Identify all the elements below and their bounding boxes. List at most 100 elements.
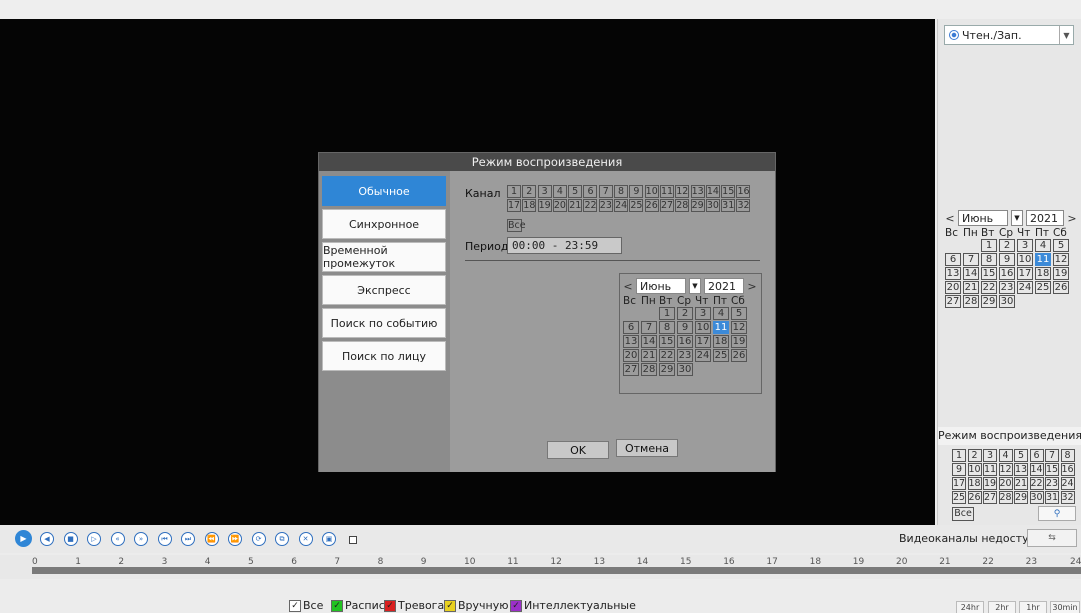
- day-cell[interactable]: 26: [731, 349, 747, 362]
- period-input[interactable]: 00:00 - 23:59: [507, 237, 622, 254]
- month-select[interactable]: Июнь: [636, 278, 686, 294]
- channel-checkbox[interactable]: 11: [659, 185, 674, 198]
- channel-checkbox[interactable]: 24: [1060, 477, 1075, 490]
- channel-checkbox[interactable]: 3: [983, 449, 997, 462]
- channel-checkbox[interactable]: 18: [522, 199, 537, 212]
- channel-checkbox[interactable]: 31: [1045, 491, 1059, 504]
- channel-checkbox[interactable]: 32: [736, 199, 751, 212]
- day-cell[interactable]: 16: [999, 267, 1015, 280]
- channel-checkbox[interactable]: 7: [598, 185, 613, 198]
- channel-checkbox[interactable]: 26: [967, 491, 982, 504]
- legend-item[interactable]: ✓ Вручную: [444, 599, 509, 612]
- day-cell[interactable]: 23: [999, 281, 1015, 294]
- year-input[interactable]: 2021: [704, 278, 744, 294]
- channel-checkbox[interactable]: 6: [583, 185, 598, 198]
- channel-checkbox[interactable]: 32: [1060, 491, 1075, 504]
- timeline[interactable]: 0 1 2 3 4 5 6 7 8 9 10 11 12 13 14 15 16 17 18 19 20 21 22 23 24: [0, 555, 1081, 579]
- channel-checkbox[interactable]: 1: [507, 185, 521, 198]
- channel-checkbox[interactable]: 18: [967, 477, 982, 490]
- backup-button[interactable]: ▣: [322, 532, 336, 546]
- legend-checkbox[interactable]: ✓: [444, 599, 456, 612]
- day-cell[interactable]: 24: [1017, 281, 1033, 294]
- menu-item-4[interactable]: Поиск по событию: [322, 308, 446, 338]
- channel-checkbox[interactable]: 23: [598, 199, 613, 212]
- year-input[interactable]: 2021: [1026, 210, 1064, 226]
- day-cell[interactable]: 20: [945, 281, 961, 294]
- channel-checkbox[interactable]: 25: [952, 491, 966, 504]
- next-month-button[interactable]: >: [747, 280, 757, 293]
- day-cell[interactable]: 1: [981, 239, 997, 252]
- channel-checkbox[interactable]: 20: [998, 477, 1013, 490]
- channel-checkbox[interactable]: 31: [721, 199, 736, 212]
- day-cell[interactable]: 7: [963, 253, 979, 266]
- legend-item[interactable]: ✓ Все: [289, 599, 323, 612]
- channel-checkbox[interactable]: 3: [537, 185, 552, 198]
- channel-checkbox[interactable]: 25: [629, 199, 644, 212]
- zoom-button[interactable]: 2hr: [988, 601, 1016, 613]
- all-channels-button[interactable]: Все: [952, 507, 974, 521]
- month-select[interactable]: Июнь: [958, 210, 1008, 226]
- chevron-down-icon[interactable]: ▼: [1011, 210, 1023, 226]
- next-month-button[interactable]: >: [1067, 212, 1077, 225]
- day-cell[interactable]: 6: [945, 253, 961, 266]
- day-cell[interactable]: 24: [695, 349, 711, 362]
- day-cell[interactable]: 5: [731, 307, 747, 320]
- day-cell[interactable]: 12: [1053, 253, 1069, 266]
- menu-item-3[interactable]: Экспресс: [322, 275, 446, 305]
- channel-checkbox[interactable]: 12: [998, 463, 1013, 476]
- timeline-bar[interactable]: [32, 567, 1081, 574]
- toggle-panel-button[interactable]: ⇆: [1027, 529, 1077, 547]
- channel-checkbox[interactable]: 14: [1029, 463, 1044, 476]
- day-cell[interactable]: 17: [695, 335, 711, 348]
- mode-select[interactable]: Чтен./Зап. ▼: [944, 25, 1074, 45]
- day-cell[interactable]: 5: [1053, 239, 1069, 252]
- sync-button[interactable]: ⟳: [251, 532, 266, 546]
- channel-checkbox[interactable]: 14: [705, 185, 720, 198]
- prev-month-button[interactable]: <: [945, 212, 955, 225]
- day-cell[interactable]: 18: [1035, 267, 1051, 280]
- day-cell[interactable]: 22: [659, 349, 675, 362]
- channel-checkbox[interactable]: 12: [675, 185, 690, 198]
- channel-checkbox[interactable]: 21: [568, 199, 583, 212]
- slow-button[interactable]: «: [110, 532, 125, 546]
- fast-button[interactable]: »: [134, 532, 148, 546]
- day-cell[interactable]: 12: [731, 321, 747, 334]
- day-cell[interactable]: 8: [659, 321, 675, 334]
- day-cell[interactable]: 21: [963, 281, 979, 294]
- channel-checkbox[interactable]: 27: [983, 491, 997, 504]
- day-cell[interactable]: 29: [981, 295, 997, 308]
- prev-month-button[interactable]: <: [623, 280, 633, 293]
- channel-checkbox[interactable]: 1: [952, 449, 966, 462]
- day-cell[interactable]: 28: [963, 295, 979, 308]
- day-cell[interactable]: 11: [713, 321, 729, 334]
- day-cell[interactable]: 4: [1035, 239, 1051, 252]
- day-cell[interactable]: 6: [623, 321, 639, 334]
- menu-item-1[interactable]: Синхронное: [322, 209, 446, 239]
- channel-checkbox[interactable]: 8: [614, 185, 629, 198]
- channel-checkbox[interactable]: 10: [967, 463, 982, 476]
- channel-checkbox[interactable]: 19: [983, 477, 997, 490]
- day-cell[interactable]: 23: [677, 349, 693, 362]
- channel-checkbox[interactable]: 8: [1060, 449, 1075, 462]
- channel-checkbox[interactable]: 26: [644, 199, 659, 212]
- day-cell[interactable]: 22: [981, 281, 997, 294]
- zoom-button[interactable]: 30min: [1050, 601, 1080, 613]
- channel-checkbox[interactable]: 2: [967, 449, 982, 462]
- menu-item-5[interactable]: Поиск по лицу: [322, 341, 446, 371]
- day-cell[interactable]: 11: [1035, 253, 1051, 266]
- channel-checkbox[interactable]: 16: [736, 185, 751, 198]
- channel-checkbox[interactable]: 4: [998, 449, 1013, 462]
- play-button[interactable]: ▶: [15, 530, 32, 547]
- channel-checkbox[interactable]: 28: [998, 491, 1013, 504]
- channel-checkbox[interactable]: 17: [952, 477, 966, 490]
- chevron-down-icon[interactable]: ▼: [689, 278, 701, 294]
- day-cell[interactable]: 10: [1017, 253, 1033, 266]
- channel-checkbox[interactable]: 11: [983, 463, 997, 476]
- channel-checkbox[interactable]: 21: [1014, 477, 1028, 490]
- menu-item-0[interactable]: Обычное: [322, 176, 446, 206]
- channel-checkbox[interactable]: 5: [568, 185, 583, 198]
- zoom-button[interactable]: 24hr: [956, 601, 984, 613]
- channel-checkbox[interactable]: 15: [721, 185, 736, 198]
- day-cell[interactable]: 30: [999, 295, 1015, 308]
- day-cell[interactable]: 19: [1053, 267, 1069, 280]
